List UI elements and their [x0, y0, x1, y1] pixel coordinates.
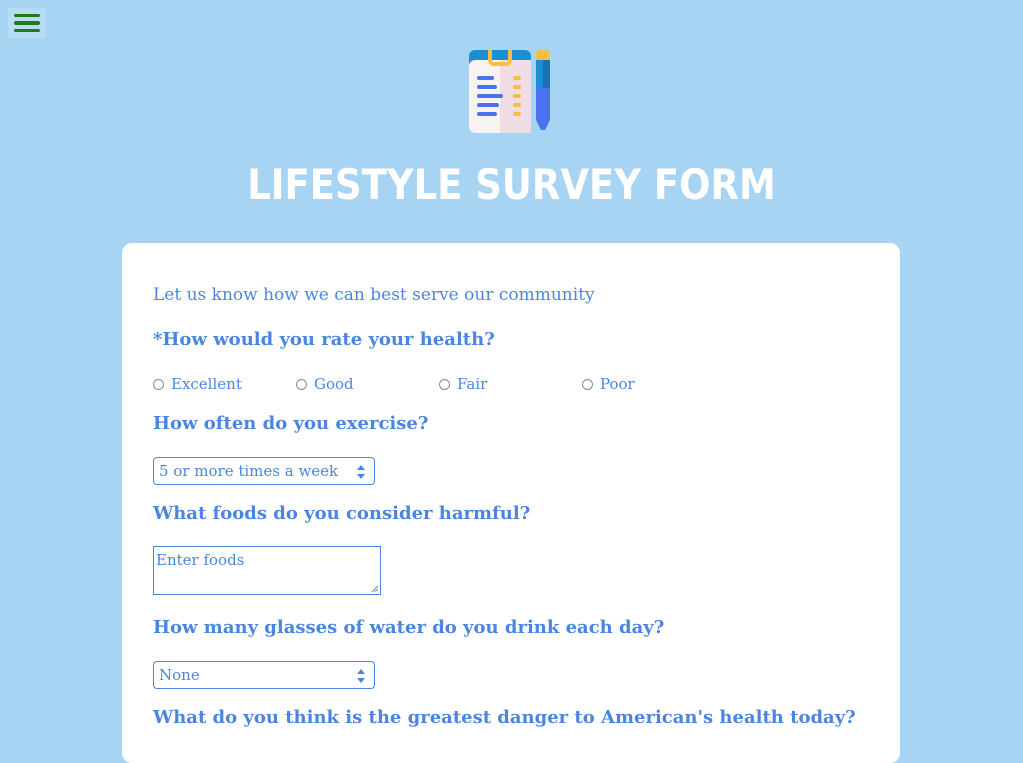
radio-label: Excellent: [171, 375, 242, 393]
hamburger-menu-icon[interactable]: [8, 8, 46, 38]
question-foods: What foods do you consider harmful?: [153, 503, 531, 524]
survey-clipboard-pen-icon: [469, 50, 550, 133]
foods-textarea[interactable]: Enter foods: [153, 546, 381, 595]
exercise-select-value: 5 or more times a week: [159, 462, 339, 480]
radio-fair[interactable]: Fair: [439, 375, 582, 393]
radio-poor[interactable]: Poor: [582, 375, 725, 393]
health-radio-group: Excellent Good Fair Poor: [153, 375, 753, 393]
menu-bar: [14, 28, 40, 33]
menu-bar: [14, 13, 40, 18]
radio-excellent[interactable]: Excellent: [153, 375, 296, 393]
resize-grip-icon[interactable]: [371, 585, 379, 593]
radio-button[interactable]: [296, 378, 307, 390]
water-select-value: None: [159, 666, 200, 684]
form-intro: Let us know how we can best serve our co…: [153, 285, 595, 305]
question-exercise: How often do you exercise?: [153, 413, 429, 434]
question-water: How many glasses of water do you drink e…: [153, 617, 665, 638]
radio-good[interactable]: Good: [296, 375, 439, 393]
foods-placeholder: Enter foods: [156, 551, 245, 569]
select-arrows-icon: [357, 669, 365, 683]
menu-bar: [14, 21, 40, 25]
radio-label: Fair: [457, 375, 488, 393]
question-health: *How would you rate your health?: [153, 329, 495, 350]
radio-label: Good: [314, 375, 354, 393]
exercise-select[interactable]: 5 or more times a week: [153, 457, 375, 485]
water-select[interactable]: None: [153, 661, 375, 689]
radio-button[interactable]: [153, 378, 164, 390]
select-arrows-icon: [357, 465, 365, 479]
survey-form-card: Let us know how we can best serve our co…: [122, 243, 900, 763]
radio-button[interactable]: [582, 378, 593, 390]
question-danger: What do you think is the greatest danger…: [153, 707, 856, 728]
radio-button[interactable]: [439, 378, 450, 390]
page-title: LIFESTYLE SURVEY FORM: [247, 160, 776, 209]
radio-label: Poor: [600, 375, 635, 393]
